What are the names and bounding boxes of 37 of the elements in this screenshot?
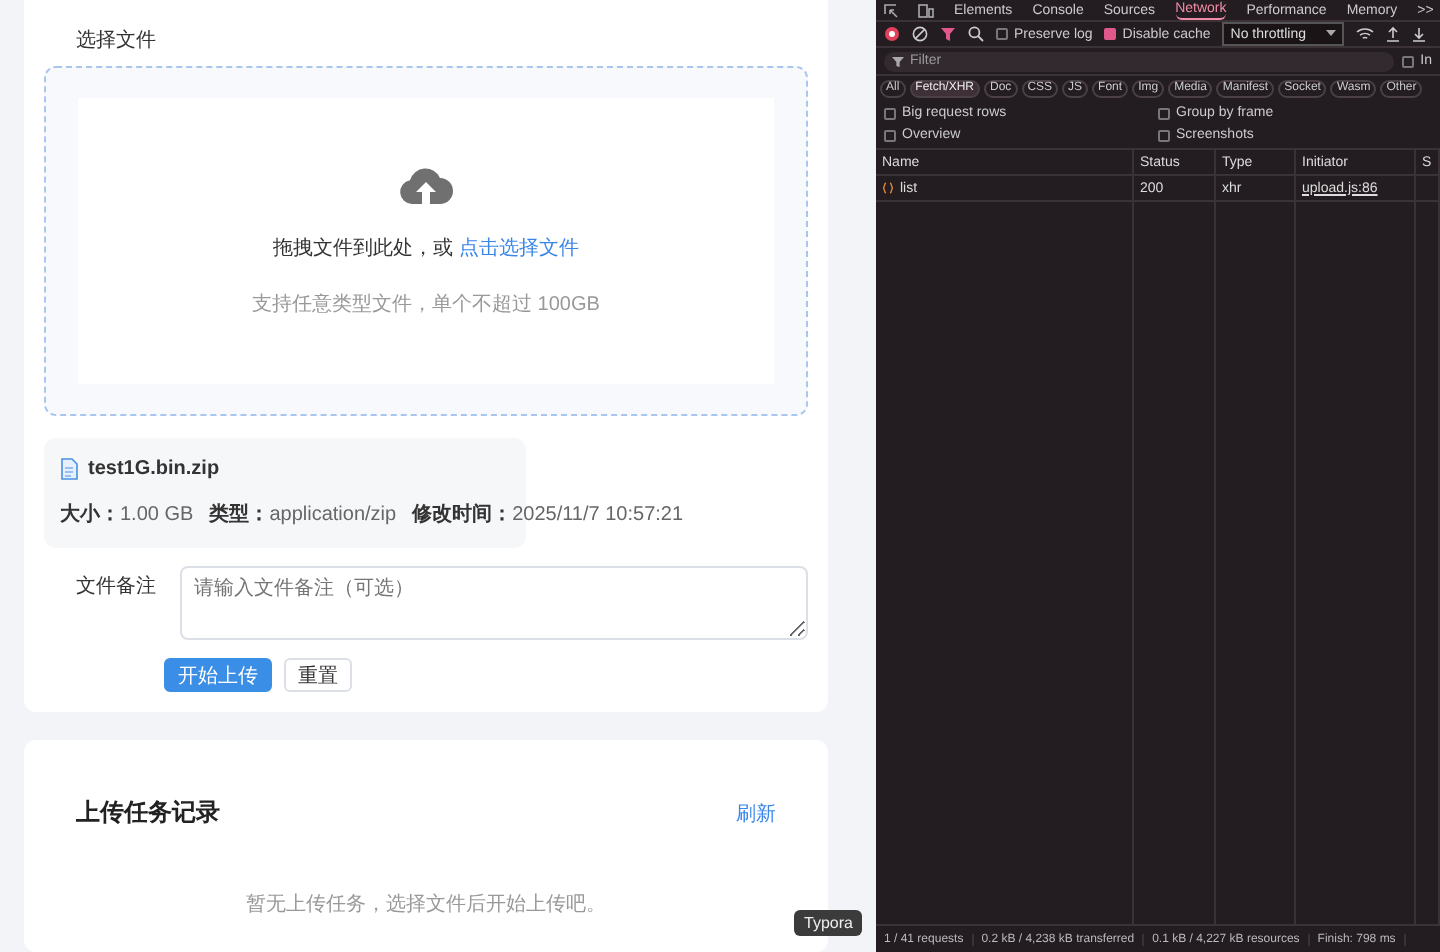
drop-hint: 支持任意类型文件，单个不超过 100GB — [252, 291, 600, 317]
checkbox[interactable] — [1402, 55, 1415, 67]
clear-icon[interactable] — [912, 26, 928, 42]
file-name: test1G.bin.zip — [88, 458, 220, 480]
refresh-link[interactable]: 刷新 — [736, 796, 776, 830]
drop-text: 拖拽文件到此处，或 点击选择文件 — [273, 235, 579, 261]
inspect-icon[interactable] — [884, 3, 898, 17]
file-meta: 类型：application/zip — [209, 501, 397, 528]
file-icon — [60, 458, 78, 480]
search-icon[interactable] — [968, 26, 984, 42]
filter-icon[interactable] — [940, 26, 956, 42]
braces-icon — [882, 182, 894, 194]
record-icon[interactable] — [884, 26, 900, 42]
select-file-link[interactable]: 点击选择文件 — [458, 237, 579, 259]
filter-icon — [892, 55, 904, 67]
upload-icon[interactable] — [1386, 26, 1401, 42]
remark-field[interactable]: 请输入文件备注（可选） — [180, 566, 808, 640]
file-meta: 修改时间：2025/11/7 10:57:21 — [412, 501, 684, 528]
dock-tooltip: Typora — [794, 910, 863, 936]
checkbox[interactable] — [1104, 28, 1117, 40]
drop-zone[interactable]: 拖拽文件到此处，或 点击选择文件 支持任意类型文件，单个不超过 100GB — [44, 66, 808, 416]
file-meta: 大小：1.00 GB — [60, 501, 194, 528]
checkbox[interactable] — [884, 129, 896, 141]
cloud-upload-icon — [398, 165, 454, 205]
checkbox[interactable] — [884, 107, 896, 119]
checkbox[interactable] — [996, 28, 1008, 40]
download-icon[interactable] — [1412, 26, 1427, 42]
remark-label: 文件备注 — [76, 573, 158, 602]
wifi-icon[interactable] — [1356, 26, 1375, 42]
section-label: 选择文件 — [76, 27, 156, 54]
device-icon[interactable] — [918, 3, 934, 17]
checkbox[interactable] — [1158, 129, 1170, 141]
caret-icon — [1326, 30, 1337, 38]
tasks-title: 上传任务记录 — [76, 796, 220, 830]
checkbox[interactable] — [1158, 107, 1170, 119]
empty-text: 暂无上传任务，选择文件后开始上传吧。 — [244, 891, 608, 918]
reset-button[interactable]: 重置 — [284, 658, 352, 692]
